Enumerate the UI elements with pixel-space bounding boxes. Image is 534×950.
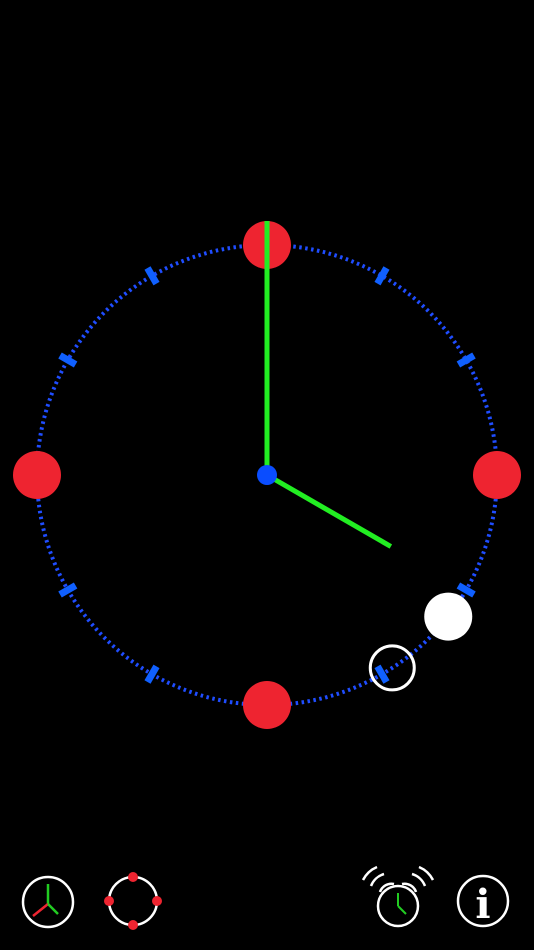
hour-tick-7 <box>144 664 160 684</box>
hour-tick-8 <box>58 582 78 598</box>
clock-face <box>13 221 521 729</box>
info-icon: i <box>456 874 510 928</box>
hour-marker-6 <box>243 681 291 729</box>
info-button[interactable]: i <box>453 870 513 930</box>
clock-screen: i <box>0 0 534 950</box>
hour-tick-4 <box>456 582 476 598</box>
clock-hands-button[interactable] <box>18 870 78 930</box>
hour-tick-11 <box>144 266 160 286</box>
hour-marker-9 <box>13 451 61 499</box>
info-glyph: i <box>475 881 490 928</box>
hour-dots-icon <box>104 872 162 930</box>
hour-tick-2 <box>456 352 476 368</box>
alarm-button[interactable] <box>358 862 438 934</box>
clock-hands <box>257 221 393 549</box>
hour-tick-5 <box>374 664 390 684</box>
clock-hands-icon <box>21 875 75 929</box>
hour-marker-3 <box>473 451 521 499</box>
hour-hand <box>265 472 393 549</box>
alarm-set-marker[interactable] <box>424 592 473 641</box>
hour-tick-10 <box>58 352 78 368</box>
hour-tick-1 <box>374 266 390 286</box>
hour-dots-button[interactable] <box>103 870 163 930</box>
alarm-clock-icon <box>361 865 435 928</box>
clock-center-dot <box>257 465 277 485</box>
